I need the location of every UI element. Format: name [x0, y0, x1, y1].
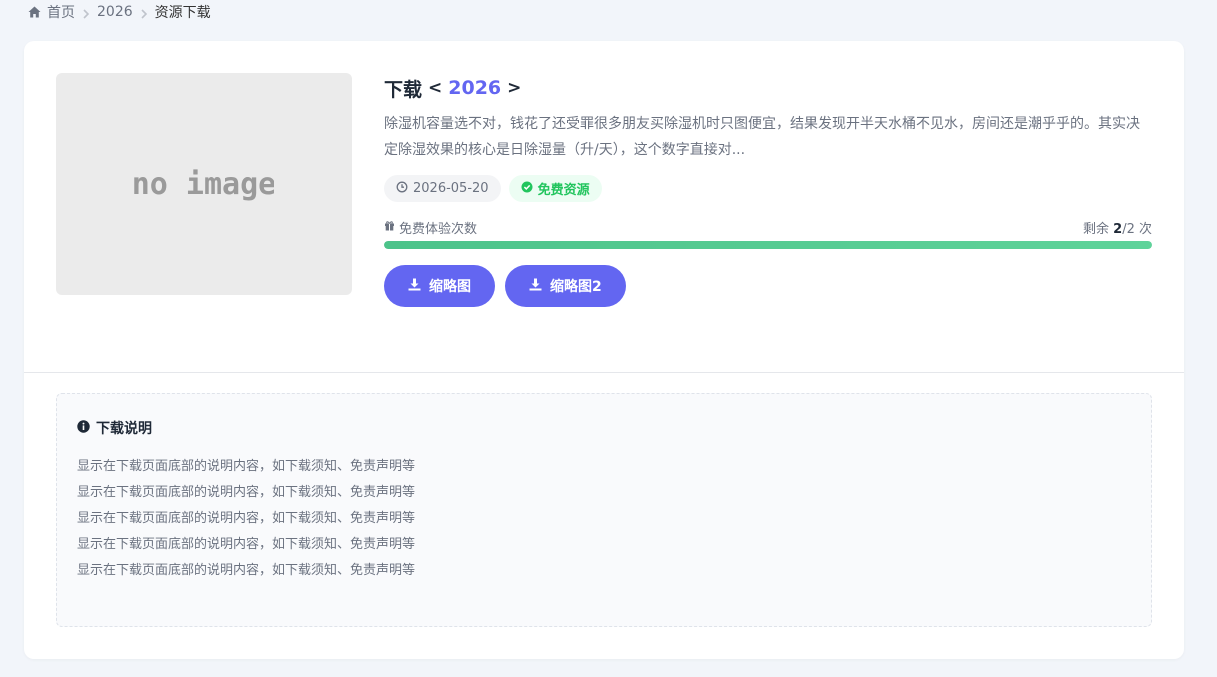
quota-label-text: 免费体验次数 [399, 221, 478, 237]
download-card: no image 下载 < 2026 > 除湿机容量选不对，钱花了还受罪很多朋友… [24, 41, 1184, 659]
quota-row: 免费体验次数 剩余 2/2 次 [384, 218, 1152, 237]
quota-progress-bar [384, 241, 1152, 249]
download-thumbnail-button[interactable]: 缩略图 [384, 265, 495, 307]
download-buttons: 缩略图 缩略图2 [384, 265, 1152, 307]
download-thumbnail2-button[interactable]: 缩略图2 [505, 265, 626, 307]
date-text: 2026-05-20 [413, 181, 489, 196]
resource-info: 下载 < 2026 > 除湿机容量选不对，钱花了还受罪很多朋友买除湿机时只图便宜… [384, 73, 1152, 307]
quota-prefix: 剩余 [1083, 221, 1110, 237]
breadcrumb: 首页 2026 资源下载 [28, 3, 211, 21]
thumbnail-placeholder-text: no image [134, 167, 274, 202]
resource-description: 除湿机容量选不对，钱花了还受罪很多朋友买除湿机时只图便宜，结果发现开半天水桶不见… [384, 116, 1140, 158]
clock-icon [396, 181, 408, 197]
download-notice: 下载说明 显示在下载页面底部的说明内容，如下载须知、免责声明等 显示在下载页面底… [56, 393, 1152, 627]
button-label: 缩略图 [429, 279, 471, 295]
notice-line: 显示在下载页面底部的说明内容，如下载须知、免责声明等 [77, 485, 416, 500]
home-icon[interactable] [28, 6, 41, 18]
breadcrumb-category-link[interactable]: 2026 [97, 4, 133, 20]
title-bracket-open: < [428, 78, 443, 98]
breadcrumb-home-link[interactable]: 首页 [47, 2, 75, 22]
date-badge: 2026-05-20 [384, 175, 501, 202]
download-icon [408, 278, 421, 295]
free-badge-text: 免费资源 [537, 183, 590, 198]
notice-line: 显示在下载页面底部的说明内容，如下载须知、免责声明等 [77, 511, 416, 526]
resource-tags: 2026-05-20 免费资源 [384, 175, 1152, 202]
gift-icon [384, 220, 395, 235]
button-label: 缩略图2 [550, 279, 602, 295]
download-icon [529, 278, 542, 295]
quota-total: /2 次 [1122, 221, 1152, 237]
quota-remaining-count: 2 [1113, 221, 1123, 237]
quota-remaining: 剩余 2/2 次 [1083, 218, 1152, 237]
notice-line: 显示在下载页面底部的说明内容，如下载须知、免责声明等 [77, 563, 416, 578]
check-circle-icon [521, 181, 533, 197]
chevron-right-icon [81, 7, 91, 19]
quota-label: 免费体验次数 [384, 218, 477, 237]
notice-title: 下载说明 [77, 418, 1131, 438]
notice-line: 显示在下载页面底部的说明内容，如下载须知、免责声明等 [77, 459, 416, 474]
notice-title-text: 下载说明 [96, 421, 152, 437]
notice-lines: 显示在下载页面底部的说明内容，如下载须知、免责声明等 显示在下载页面底部的说明内… [77, 454, 1131, 584]
thumbnail-image: no image [56, 73, 352, 295]
quota-progress-fill [384, 241, 1152, 249]
free-resource-badge: 免费资源 [508, 175, 602, 202]
section-divider [24, 372, 1184, 373]
title-prefix: 下载 [384, 78, 423, 101]
chevron-right-icon [139, 7, 149, 19]
breadcrumb-current: 资源下载 [154, 5, 211, 21]
title-bracket-close: > [507, 78, 522, 98]
resource-title: 下载 < 2026 > [384, 73, 1152, 103]
notice-line: 显示在下载页面底部的说明内容，如下载须知、免责声明等 [77, 537, 416, 552]
info-circle-icon [77, 419, 90, 437]
title-year: 2026 [448, 77, 502, 99]
